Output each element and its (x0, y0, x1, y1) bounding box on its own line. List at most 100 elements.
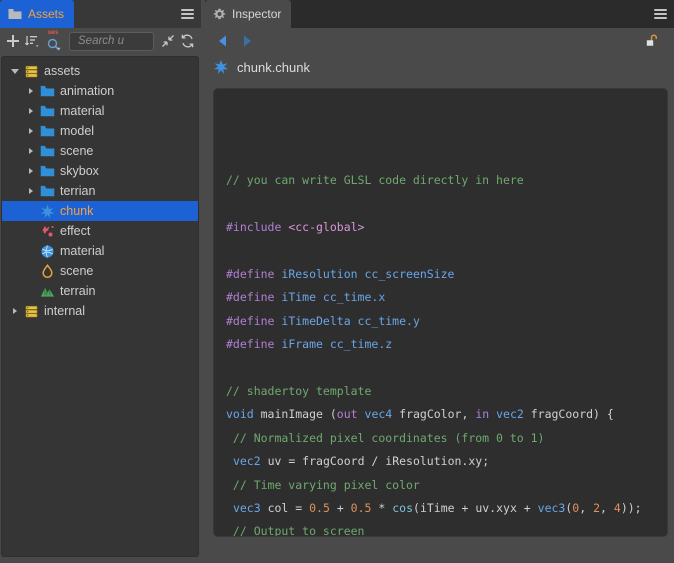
chevron-closed-icon[interactable] (24, 168, 38, 174)
folder-icon (40, 85, 54, 96)
plus-icon (7, 35, 19, 47)
chevron-open-icon[interactable] (8, 68, 22, 74)
tree-item-terrian[interactable]: terrian (2, 181, 198, 201)
triangle-glyph (29, 108, 33, 114)
collapse-all-button[interactable] (161, 31, 175, 51)
code-token-pre: #define (226, 313, 282, 328)
tree-item-animation[interactable]: animation (2, 81, 198, 101)
refresh-icon (181, 34, 194, 48)
tab-inspector[interactable]: Inspector (205, 0, 292, 28)
database-icon (25, 65, 37, 77)
tree-item-scene[interactable]: scene (2, 261, 198, 281)
database-icon-wrap (22, 64, 40, 79)
code-line: #include <cc-global> (226, 216, 655, 239)
nav-forward-button[interactable] (235, 30, 259, 52)
scene-flame-icon (41, 263, 53, 278)
forward-arrow-icon (244, 35, 251, 47)
tree-item-label: skybox (60, 163, 99, 178)
tree-item-model[interactable]: model (2, 121, 198, 141)
nav-back-button[interactable] (211, 30, 235, 52)
inspector-lock-button[interactable] (640, 30, 664, 52)
code-line: // you can write GLSL code directly in h… (226, 169, 655, 192)
inspector-menu-button[interactable] (646, 0, 674, 28)
tree-item-scene[interactable]: scene (2, 141, 198, 161)
tree-item-terrain[interactable]: terrain (2, 281, 198, 301)
code-token-mac: iResolution cc_screenSize (281, 266, 455, 281)
code-line: vec3 col = 0.5 + 0.5 * cos(iTime + uv.xy… (226, 497, 655, 520)
chevron-closed-icon[interactable] (24, 128, 38, 134)
code-token-pre: in (475, 407, 490, 422)
tree-item-label: effect (60, 223, 91, 238)
search-field-wrapper[interactable] (69, 31, 154, 51)
effect-icon-wrap (38, 224, 56, 239)
tree-item-label: terrain (60, 283, 96, 298)
tree-item-label: terrian (60, 183, 96, 198)
tree-item-assets[interactable]: assets (2, 61, 198, 81)
tree-item-label: material (60, 103, 105, 118)
gear-icon (213, 8, 226, 21)
triangle-glyph (29, 188, 33, 194)
chevron-closed-icon[interactable] (24, 188, 38, 194)
code-token-mac: iTime cc_time.x (281, 290, 386, 305)
refresh-button[interactable] (180, 31, 195, 51)
terrain-icon (40, 287, 54, 297)
database-icon (25, 305, 37, 317)
assets-panel: Assets ues Search u assets animation mat… (0, 0, 201, 563)
hamburger-menu-icon (653, 7, 667, 21)
code-token-num: 4 (613, 500, 621, 515)
code-token-pre: #define (226, 337, 282, 352)
tree-item-internal[interactable]: internal (2, 301, 198, 321)
tab-assets[interactable]: Assets (0, 0, 75, 28)
filter-by-type-button[interactable]: ues (46, 30, 62, 51)
sort-button[interactable] (25, 31, 41, 51)
glsl-code-editor[interactable]: // you can write GLSL code directly in h… (213, 88, 668, 537)
material-sphere-icon (41, 244, 53, 258)
triangle-glyph (29, 148, 33, 154)
code-token-id (226, 454, 233, 468)
asset-tree[interactable]: assets animation material model scene skybox t… (1, 56, 199, 557)
scene-flame-icon-wrap (38, 263, 56, 279)
folder-icon-wrap (38, 124, 56, 139)
chevron-closed-icon[interactable] (24, 108, 38, 114)
tab-inspector-label: Inspector (232, 7, 282, 21)
tree-item-material[interactable]: material (2, 241, 198, 261)
tree-item-chunk[interactable]: chunk (2, 201, 198, 221)
triangle-glyph (11, 68, 19, 74)
code-token-id: , (600, 500, 614, 515)
search-input[interactable] (76, 34, 147, 48)
folder-icon-wrap (38, 184, 56, 199)
tree-item-material[interactable]: material (2, 101, 198, 121)
inspector-tabstrip: Inspector (205, 0, 674, 28)
chevron-closed-icon[interactable] (8, 308, 22, 314)
chevron-closed-icon[interactable] (24, 148, 38, 154)
assets-menu-button[interactable] (173, 0, 201, 28)
tree-item-label: internal (44, 303, 85, 318)
shader-chunk-icon (213, 59, 229, 75)
inspected-asset-header: chunk.chunk (205, 54, 674, 80)
folder-icon (40, 105, 54, 116)
tree-item-skybox[interactable]: skybox (2, 161, 198, 181)
collapse-all-icon (162, 35, 174, 47)
folder-icon (40, 145, 54, 156)
tree-item-label: assets (44, 63, 81, 78)
triangle-glyph (29, 88, 33, 94)
code-token-cmt: // shadertoy template (226, 383, 372, 398)
material-sphere-icon-wrap (38, 244, 56, 259)
code-token-kw: vec2 (496, 407, 524, 422)
tree-item-label: chunk (60, 203, 94, 218)
code-token-num: 0.5 (309, 500, 330, 515)
code-line: #define iTime cc_time.x (226, 286, 655, 309)
tree-item-effect[interactable]: effect (2, 221, 198, 241)
code-token-id: uv = fragCoord / iResolution.xy; (260, 454, 490, 469)
chevron-closed-icon[interactable] (24, 88, 38, 94)
code-token-id: )); (620, 500, 642, 515)
code-token-pre: #include (226, 220, 289, 235)
code-token-kw: void (226, 407, 254, 422)
shader-chunk-icon (40, 204, 54, 218)
create-asset-button[interactable] (6, 31, 20, 51)
folder-icon (40, 165, 54, 176)
code-line: // Output to screen (226, 520, 655, 536)
